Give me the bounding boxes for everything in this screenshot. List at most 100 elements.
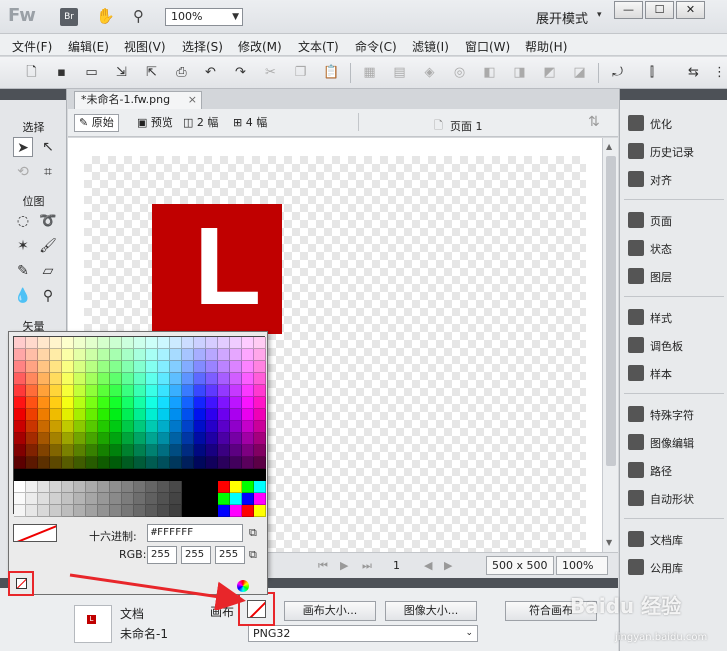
color-swatch[interactable]: [170, 397, 182, 409]
color-swatch[interactable]: [206, 493, 218, 505]
color-swatch[interactable]: [194, 409, 206, 421]
color-swatch[interactable]: [98, 397, 110, 409]
color-swatch[interactable]: [98, 481, 110, 493]
color-swatch[interactable]: [230, 361, 242, 373]
color-swatch[interactable]: [134, 445, 146, 457]
color-swatch[interactable]: [134, 505, 146, 517]
color-swatch[interactable]: [38, 433, 50, 445]
panel-path[interactable]: 路径: [628, 462, 672, 482]
color-swatch[interactable]: [254, 469, 266, 481]
color-swatch[interactable]: [122, 433, 134, 445]
color-swatch[interactable]: [170, 337, 182, 349]
color-swatch[interactable]: [254, 493, 266, 505]
color-swatch[interactable]: [26, 457, 38, 469]
panel-swatches[interactable]: 样本: [628, 365, 672, 385]
color-swatch[interactable]: [206, 481, 218, 493]
color-swatch[interactable]: [242, 361, 254, 373]
color-swatch[interactable]: [170, 409, 182, 421]
color-swatch[interactable]: [242, 493, 254, 505]
chevron-down-icon[interactable]: ▾: [597, 10, 602, 20]
color-swatch[interactable]: [50, 433, 62, 445]
color-swatch[interactable]: [86, 445, 98, 457]
color-swatch[interactable]: [14, 481, 26, 493]
color-swatch[interactable]: [230, 337, 242, 349]
color-swatch[interactable]: [134, 397, 146, 409]
color-swatch[interactable]: [74, 361, 86, 373]
color-swatch[interactable]: [194, 445, 206, 457]
color-swatch[interactable]: [170, 433, 182, 445]
color-swatch[interactable]: [62, 481, 74, 493]
panel-special-chars[interactable]: 特殊字符: [628, 406, 694, 426]
view-2up-button[interactable]: ◫ 2 幅: [178, 114, 223, 132]
color-swatch[interactable]: [62, 469, 74, 481]
color-swatch[interactable]: [146, 349, 158, 361]
color-swatch[interactable]: [230, 481, 242, 493]
color-swatch[interactable]: [242, 505, 254, 517]
color-swatch[interactable]: [86, 469, 98, 481]
eraser-tool-icon[interactable]: ▱: [38, 261, 58, 281]
color-swatch[interactable]: [62, 349, 74, 361]
color-swatch[interactable]: [182, 373, 194, 385]
color-swatch[interactable]: [194, 481, 206, 493]
color-swatch[interactable]: [122, 445, 134, 457]
color-swatch[interactable]: [62, 493, 74, 505]
color-swatch[interactable]: [50, 409, 62, 421]
color-swatch[interactable]: [110, 445, 122, 457]
group-icon[interactable]: ▦: [362, 65, 377, 80]
color-swatch[interactable]: [38, 397, 50, 409]
color-swatch[interactable]: [218, 385, 230, 397]
color-swatch[interactable]: [98, 349, 110, 361]
color-swatch[interactable]: [194, 397, 206, 409]
color-swatch[interactable]: [122, 493, 134, 505]
color-swatch[interactable]: [218, 409, 230, 421]
color-swatch[interactable]: [110, 373, 122, 385]
color-swatch[interactable]: [206, 349, 218, 361]
color-swatch[interactable]: [134, 337, 146, 349]
color-swatch[interactable]: [170, 445, 182, 457]
color-swatch[interactable]: [194, 385, 206, 397]
color-swatch[interactable]: [86, 481, 98, 493]
color-swatch[interactable]: [254, 421, 266, 433]
pencil-tool-icon[interactable]: ✎: [13, 261, 33, 281]
play-icon[interactable]: ▶: [340, 559, 348, 572]
color-swatch[interactable]: [86, 409, 98, 421]
color-swatch[interactable]: [254, 505, 266, 517]
color-swatch[interactable]: [122, 505, 134, 517]
color-swatch[interactable]: [194, 469, 206, 481]
color-swatch[interactable]: [26, 469, 38, 481]
color-swatch[interactable]: [218, 337, 230, 349]
color-swatch[interactable]: [158, 469, 170, 481]
color-swatch[interactable]: [14, 445, 26, 457]
color-swatch[interactable]: [146, 433, 158, 445]
color-swatch[interactable]: [206, 409, 218, 421]
magic-wand-icon[interactable]: ✶: [13, 236, 33, 256]
color-swatch[interactable]: [194, 361, 206, 373]
close-button[interactable]: ✕: [676, 1, 705, 19]
color-swatch[interactable]: [26, 445, 38, 457]
color-swatch[interactable]: [254, 361, 266, 373]
panel-styles[interactable]: 样式: [628, 309, 672, 329]
color-swatch[interactable]: [26, 361, 38, 373]
view-preview-button[interactable]: ▣ 预览: [132, 114, 178, 132]
color-swatch[interactable]: [38, 505, 50, 517]
color-swatch[interactable]: [158, 373, 170, 385]
color-swatch[interactable]: [86, 349, 98, 361]
color-swatch[interactable]: [50, 337, 62, 349]
color-swatch[interactable]: [230, 409, 242, 421]
menu-file[interactable]: 文件(F): [12, 38, 52, 55]
color-swatch[interactable]: [14, 421, 26, 433]
color-swatch[interactable]: [206, 433, 218, 445]
color-swatch[interactable]: [50, 457, 62, 469]
color-swatch[interactable]: [158, 397, 170, 409]
ungroup-icon[interactable]: ▤: [392, 65, 407, 80]
close-icon[interactable]: ×: [188, 92, 197, 108]
menu-help[interactable]: 帮助(H): [525, 38, 567, 55]
color-swatch[interactable]: [146, 409, 158, 421]
color-swatch[interactable]: [14, 397, 26, 409]
color-swatch[interactable]: [110, 385, 122, 397]
open-icon[interactable]: ▭: [84, 65, 99, 80]
color-swatch[interactable]: [158, 349, 170, 361]
color-swatch[interactable]: [86, 361, 98, 373]
color-swatch[interactable]: [26, 349, 38, 361]
color-swatch[interactable]: [194, 373, 206, 385]
